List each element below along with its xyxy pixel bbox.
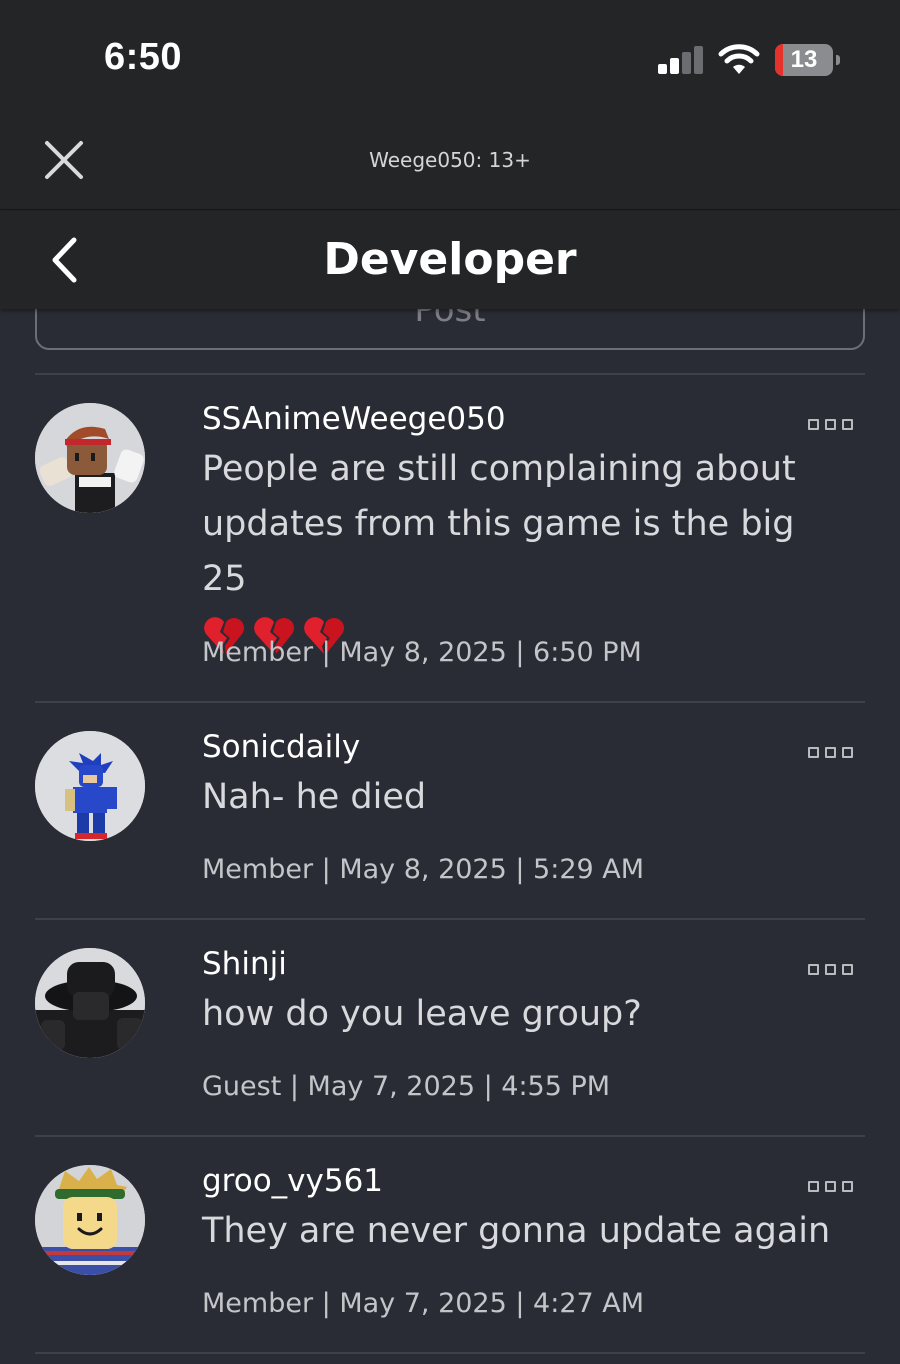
comment-feed[interactable]: Post SSAnimeWeege050 People are still co… [0, 309, 900, 1364]
avatar-image [35, 403, 145, 513]
post-button[interactable]: Post [35, 309, 865, 350]
comment-text: Nah- he died [202, 777, 427, 817]
comment-meta: Member | May 8, 2025 | 5:29 AM [202, 854, 645, 885]
divider [35, 373, 865, 375]
battery-level: 13 [790, 46, 818, 73]
comment-text: how do you leave group? [202, 994, 642, 1034]
divider [35, 1352, 865, 1354]
comment-text: They are never gonna update again [202, 1211, 831, 1251]
avatar-image [35, 948, 145, 1058]
comment-username[interactable]: Sonicdaily [202, 729, 360, 765]
more-options-icon[interactable] [808, 742, 854, 762]
comment-text: People are still complaining about updat… [202, 442, 842, 662]
battery-icon: 13 [775, 44, 840, 76]
more-options-icon[interactable] [808, 1176, 854, 1196]
page-title: Developer [323, 234, 577, 285]
avatar[interactable] [35, 1165, 145, 1275]
avatar[interactable] [35, 731, 145, 841]
avatar[interactable] [35, 948, 145, 1058]
more-options-icon[interactable] [808, 414, 854, 434]
post-button-label: Post [414, 309, 486, 330]
cellular-signal-icon [658, 46, 704, 74]
comment-meta: Member | May 8, 2025 | 6:50 PM [202, 637, 642, 668]
comment-username[interactable]: groo_vy561 [202, 1163, 383, 1199]
more-options-icon[interactable] [808, 959, 854, 979]
avatar[interactable] [35, 403, 145, 513]
divider [35, 918, 865, 920]
comment-text-content: People are still complaining about updat… [202, 449, 796, 599]
divider [35, 1135, 865, 1137]
wifi-icon [718, 44, 760, 74]
avatar-image [35, 1165, 145, 1275]
webview-title: Weege050: 13+ [369, 148, 531, 172]
divider [35, 701, 865, 703]
comment-meta: Member | May 7, 2025 | 4:27 AM [202, 1288, 645, 1319]
status-bar: 6:50 13 [0, 0, 900, 110]
avatar-image [35, 731, 145, 841]
comment-username[interactable]: Shinji [202, 946, 287, 982]
comment-username[interactable]: SSAnimeWeege050 [202, 401, 506, 437]
comment-meta: Guest | May 7, 2025 | 4:55 PM [202, 1071, 611, 1102]
status-time: 6:50 [104, 36, 183, 78]
